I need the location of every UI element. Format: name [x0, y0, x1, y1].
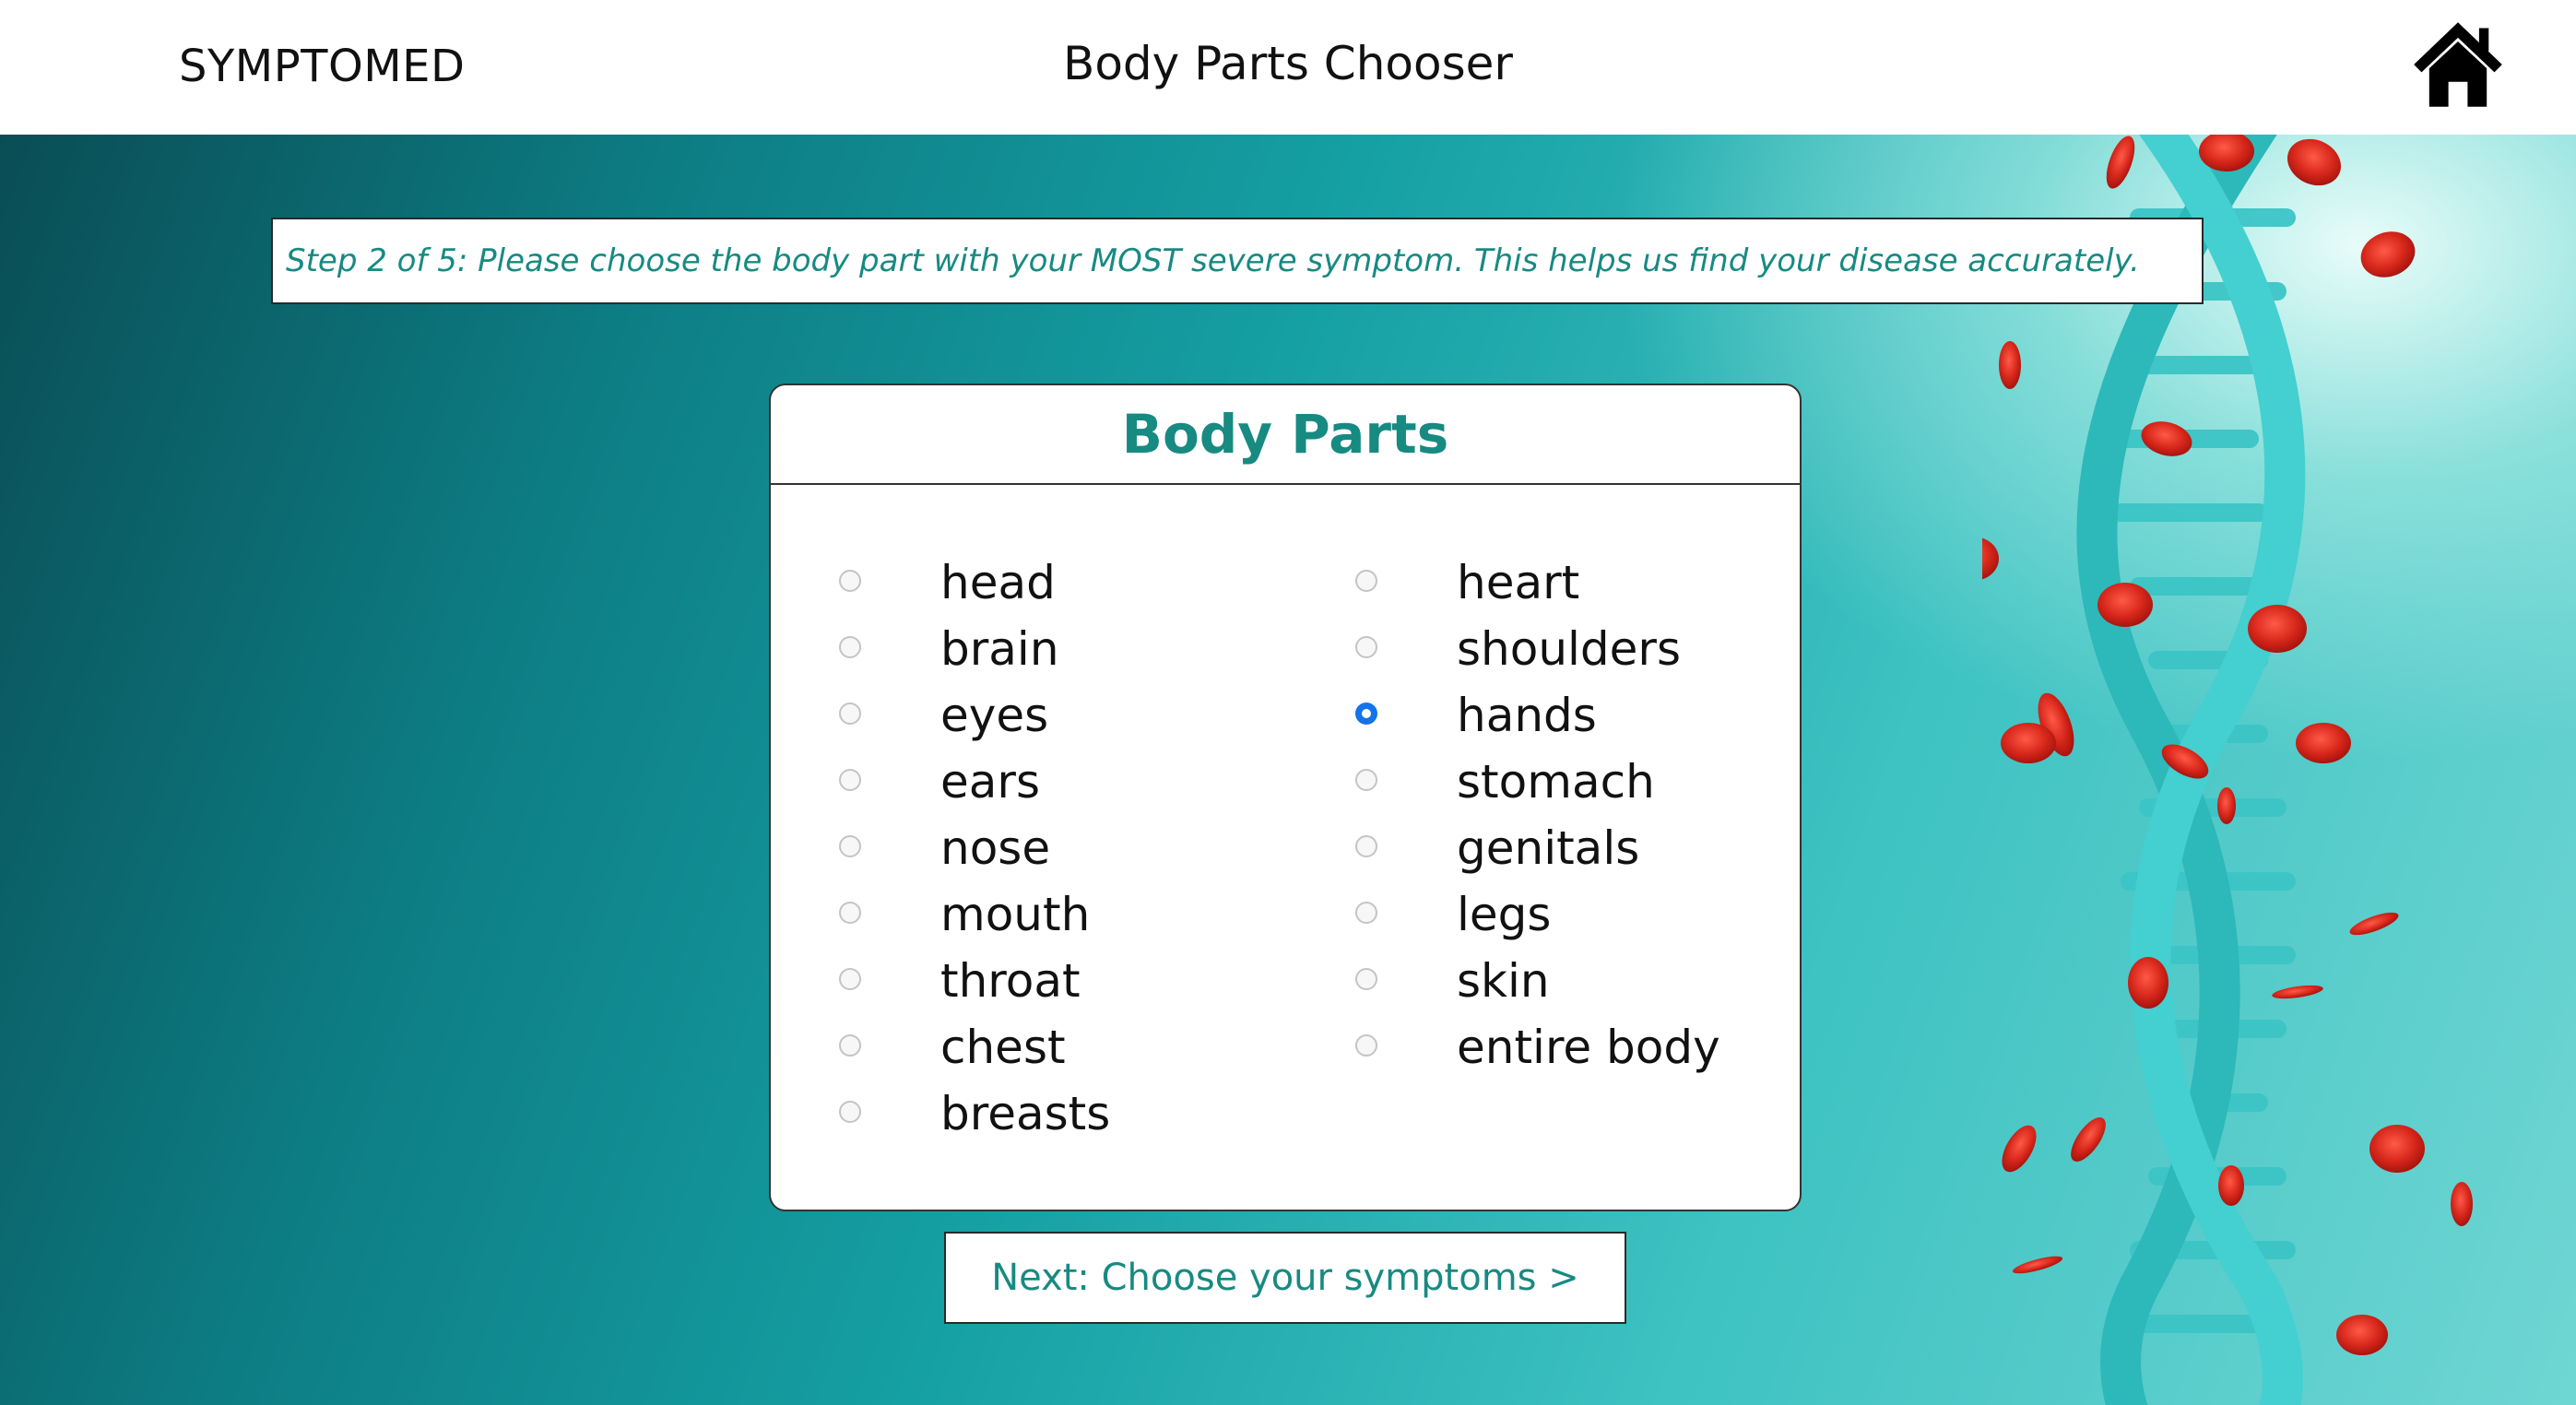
option-label: ears: [940, 755, 1041, 809]
option-label: nose: [940, 821, 1051, 875]
radio-button[interactable]: [839, 769, 861, 791]
option-head[interactable]: head: [839, 549, 1110, 616]
radio-button[interactable]: [839, 1101, 861, 1123]
radio-button[interactable]: [1355, 636, 1377, 658]
option-label: hands: [1457, 689, 1597, 742]
panel-title: Body Parts: [1121, 403, 1449, 466]
radio-button[interactable]: [1355, 570, 1377, 592]
right-column: heart shoulders hands stomach genitals l…: [1355, 549, 1720, 1080]
body-parts-panel: Body Parts head brain eyes ears nose mou…: [769, 384, 1802, 1211]
option-shoulders[interactable]: shoulders: [1355, 616, 1720, 682]
option-label: skin: [1457, 954, 1550, 1008]
option-label: chest: [940, 1021, 1066, 1074]
option-label: brain: [940, 622, 1059, 676]
radio-button[interactable]: [839, 968, 861, 990]
left-column: head brain eyes ears nose mouth throat c…: [839, 549, 1110, 1147]
option-label: eyes: [940, 689, 1049, 742]
option-breasts[interactable]: breasts: [839, 1080, 1110, 1147]
instruction-text: Step 2 of 5: Please choose the body part…: [286, 242, 2140, 279]
home-button[interactable]: [2410, 17, 2506, 112]
radio-button[interactable]: [1355, 835, 1377, 857]
radio-button[interactable]: [1355, 769, 1377, 791]
option-skin[interactable]: skin: [1355, 948, 1720, 1014]
next-button[interactable]: Next: Choose your symptoms >: [944, 1232, 1626, 1324]
dna-illustration: [1982, 135, 2576, 1405]
radio-button[interactable]: [1355, 902, 1377, 924]
next-button-label: Next: Choose your symptoms >: [991, 1257, 1579, 1299]
option-nose[interactable]: nose: [839, 815, 1110, 881]
radio-button[interactable]: [839, 702, 861, 725]
option-label: head: [940, 556, 1056, 609]
option-genitals[interactable]: genitals: [1355, 815, 1720, 881]
option-mouth[interactable]: mouth: [839, 881, 1110, 948]
option-entire-body[interactable]: entire body: [1355, 1014, 1720, 1080]
option-throat[interactable]: throat: [839, 948, 1110, 1014]
page-title: Body Parts Chooser: [1063, 37, 1513, 90]
option-stomach[interactable]: stomach: [1355, 749, 1720, 815]
main-area: Step 2 of 5: Please choose the body part…: [0, 135, 2576, 1405]
option-brain[interactable]: brain: [839, 616, 1110, 682]
radio-button[interactable]: [839, 570, 861, 592]
top-bar: SYMPTOMED Body Parts Chooser: [0, 0, 2576, 135]
radio-button[interactable]: [839, 835, 861, 857]
radio-button[interactable]: [1355, 968, 1377, 990]
radio-button[interactable]: [839, 1034, 861, 1057]
panel-header: Body Parts: [771, 385, 1800, 485]
option-label: entire body: [1457, 1021, 1720, 1074]
option-label: mouth: [940, 888, 1091, 941]
instruction-box: Step 2 of 5: Please choose the body part…: [271, 218, 2204, 304]
radio-button[interactable]: [839, 636, 861, 658]
option-label: genitals: [1457, 821, 1640, 875]
option-hands[interactable]: hands: [1355, 682, 1720, 749]
option-label: throat: [940, 954, 1081, 1008]
option-label: heart: [1457, 556, 1580, 609]
option-heart[interactable]: heart: [1355, 549, 1720, 616]
option-label: legs: [1457, 888, 1552, 941]
option-ears[interactable]: ears: [839, 749, 1110, 815]
option-chest[interactable]: chest: [839, 1014, 1110, 1080]
home-icon: [2414, 22, 2502, 107]
radio-button[interactable]: [839, 902, 861, 924]
option-eyes[interactable]: eyes: [839, 682, 1110, 749]
radio-button-selected[interactable]: [1355, 702, 1377, 725]
option-label: stomach: [1457, 755, 1655, 809]
radio-button[interactable]: [1355, 1034, 1377, 1057]
option-label: shoulders: [1457, 622, 1682, 676]
option-label: breasts: [940, 1087, 1111, 1140]
option-legs[interactable]: legs: [1355, 881, 1720, 948]
